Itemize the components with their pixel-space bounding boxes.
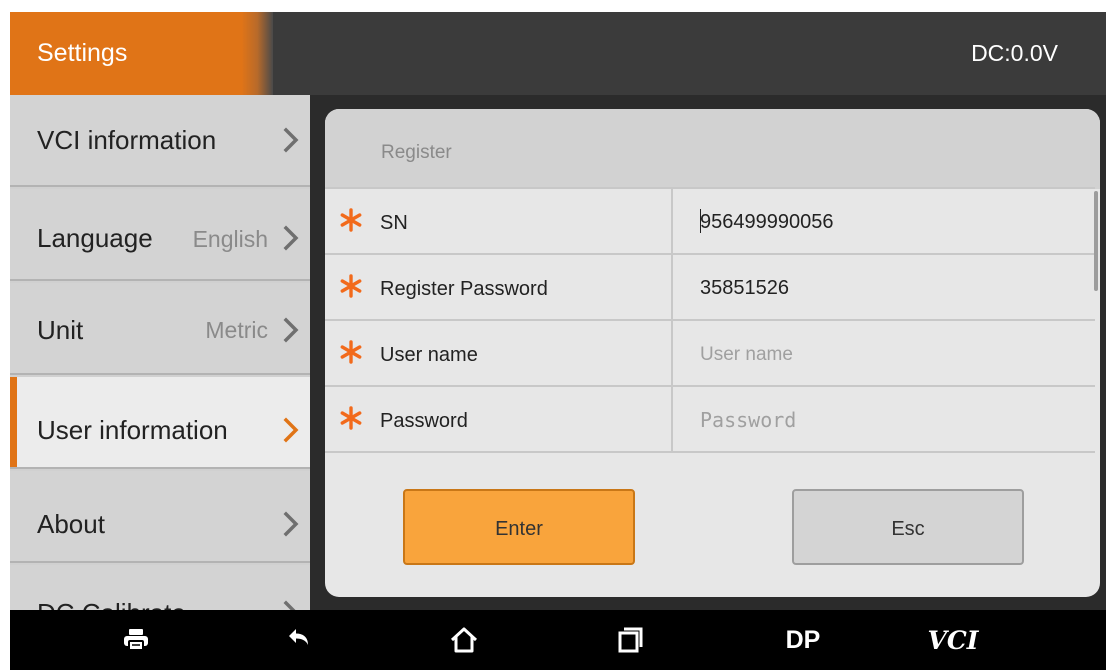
back-icon[interactable] bbox=[268, 610, 328, 670]
recent-apps-icon[interactable] bbox=[600, 610, 660, 670]
sidebar-item-label: User information bbox=[37, 415, 228, 445]
sidebar-item-label: Unit bbox=[37, 315, 84, 345]
field-label: SN bbox=[380, 212, 408, 234]
register-password-input[interactable]: 35851526 bbox=[700, 277, 789, 300]
chevron-right-icon bbox=[280, 125, 302, 155]
chevron-right-icon bbox=[280, 223, 302, 253]
sn-field-row: SN 956499990056 bbox=[325, 187, 1095, 255]
sidebar-item-value: English bbox=[192, 226, 268, 252]
vci-button[interactable]: VCI bbox=[918, 610, 988, 670]
column-divider bbox=[671, 189, 673, 255]
page-title: Settings bbox=[37, 39, 128, 67]
sidebar-item-vci-information[interactable]: VCI information bbox=[10, 95, 310, 187]
settings-title-tab: Settings bbox=[10, 12, 273, 95]
app-screen: Settings DC:0.0V VCI information Languag… bbox=[10, 12, 1106, 670]
field-label: Register Password bbox=[380, 278, 548, 300]
bottom-nav-bar: DP VCI bbox=[10, 610, 1106, 670]
sidebar-item-dc-calibrate[interactable]: DC Calibrate bbox=[10, 565, 310, 610]
esc-button[interactable]: Esc bbox=[792, 489, 1024, 565]
chevron-right-icon bbox=[280, 509, 302, 539]
chevron-right-icon bbox=[280, 598, 302, 610]
required-asterisk-icon bbox=[339, 208, 363, 232]
sidebar-item-label: About bbox=[37, 509, 105, 539]
dp-label: DP bbox=[785, 625, 821, 654]
password-input[interactable]: Password bbox=[700, 408, 796, 432]
required-asterisk-icon bbox=[339, 406, 363, 430]
sidebar-item-language[interactable]: Language English bbox=[10, 189, 310, 281]
home-icon[interactable] bbox=[434, 610, 494, 670]
form-scrollbar[interactable] bbox=[1094, 191, 1098, 291]
vci-label: VCI bbox=[927, 625, 979, 655]
dp-button[interactable]: DP bbox=[768, 610, 838, 670]
sidebar-item-value: Metric bbox=[205, 317, 268, 343]
dc-voltage-readout: DC:0.0V bbox=[971, 40, 1058, 66]
sidebar-item-user-information[interactable]: User information bbox=[10, 377, 310, 469]
register-title: Register bbox=[381, 142, 452, 163]
header-bar: Settings DC:0.0V bbox=[10, 12, 1106, 95]
column-divider bbox=[671, 387, 673, 453]
settings-sidebar: VCI information Language English Unit Me… bbox=[10, 95, 310, 610]
register-panel-header: Register bbox=[325, 109, 1100, 189]
sidebar-item-label: VCI information bbox=[37, 125, 217, 155]
sidebar-item-label: DC Calibrate bbox=[37, 598, 186, 610]
required-asterisk-icon bbox=[339, 274, 363, 298]
sidebar-item-about[interactable]: About bbox=[10, 471, 310, 563]
register-panel: Register SN 956499990056 Register Passwo… bbox=[325, 109, 1100, 597]
chevron-right-icon bbox=[280, 415, 302, 445]
user-name-input[interactable]: User name bbox=[700, 344, 793, 366]
field-label: User name bbox=[380, 344, 478, 366]
required-asterisk-icon bbox=[339, 340, 363, 364]
user-name-field-row: User name User name bbox=[325, 319, 1095, 387]
column-divider bbox=[671, 321, 673, 387]
printer-icon[interactable] bbox=[106, 610, 166, 670]
sidebar-item-unit[interactable]: Unit Metric bbox=[10, 283, 310, 375]
register-password-field-row: Register Password 35851526 bbox=[325, 253, 1095, 321]
column-divider bbox=[671, 255, 673, 321]
sidebar-item-label: Language bbox=[37, 223, 153, 253]
field-label: Password bbox=[380, 410, 468, 432]
password-field-row: Password Password bbox=[325, 385, 1095, 453]
chevron-right-icon bbox=[280, 315, 302, 345]
enter-button[interactable]: Enter bbox=[403, 489, 635, 565]
sn-input[interactable]: 956499990056 bbox=[700, 211, 833, 234]
active-indicator bbox=[10, 377, 17, 467]
